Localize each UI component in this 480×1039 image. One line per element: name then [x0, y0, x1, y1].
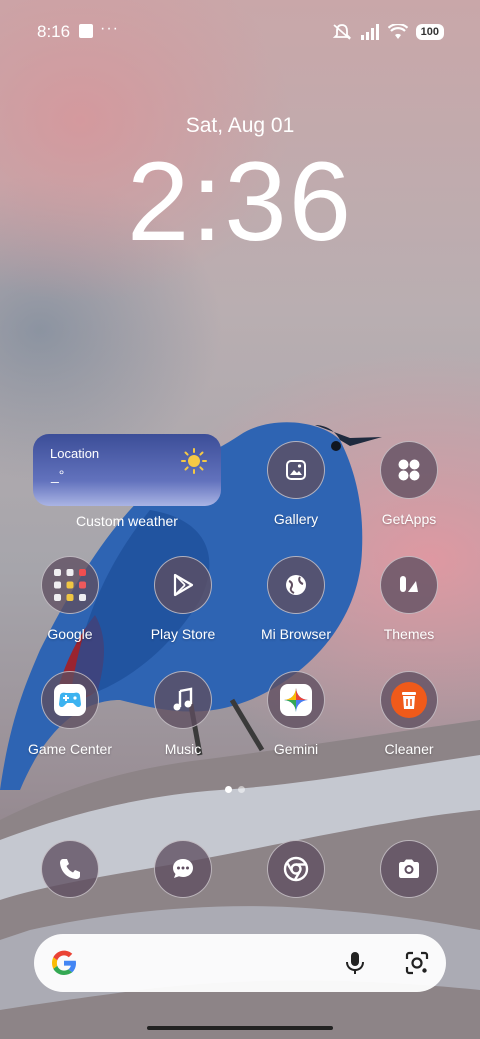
app-label: Gallery: [273, 511, 319, 527]
google-search-bar[interactable]: [34, 934, 446, 992]
notification-icon: [79, 24, 93, 38]
app-label: Mi Browser: [260, 626, 331, 642]
chrome-icon: [267, 840, 325, 898]
dock-phone[interactable]: [22, 840, 118, 898]
page-dot-active: [225, 786, 232, 793]
app-game-center[interactable]: Game Center: [22, 671, 118, 757]
app-label: Themes: [383, 626, 435, 642]
gesture-navigation-bar[interactable]: [147, 1026, 333, 1030]
dock-chrome[interactable]: [248, 840, 344, 898]
phone-icon: [41, 840, 99, 898]
music-note-icon: [154, 671, 212, 729]
cleaner-icon: [380, 671, 438, 729]
app-getapps[interactable]: GetApps: [361, 441, 457, 527]
app-play-store[interactable]: Play Store: [135, 556, 231, 642]
battery-indicator: 100: [415, 24, 444, 40]
app-themes[interactable]: Themes: [361, 556, 457, 642]
page-indicator: [225, 786, 245, 793]
weather-temperature: _°: [51, 467, 65, 483]
weather-location: Location: [50, 446, 100, 461]
lens-icon[interactable]: [404, 950, 430, 976]
app-mi-browser[interactable]: Mi Browser: [248, 556, 344, 642]
app-label: Music: [164, 741, 202, 757]
folder-label: Google: [47, 626, 93, 642]
more-notifications-icon: ···: [100, 20, 119, 37]
sun-icon: [181, 448, 207, 474]
app-gemini[interactable]: Gemini: [248, 671, 344, 757]
signal-icon: [360, 24, 379, 40]
status-time: 8:16: [37, 22, 71, 41]
page-dot: [238, 786, 245, 793]
getapps-icon: [380, 441, 438, 499]
app-gallery[interactable]: Gallery: [248, 441, 344, 527]
clock-display[interactable]: 2:36: [0, 146, 480, 258]
app-label: Gemini: [273, 741, 319, 757]
microphone-icon[interactable]: [344, 950, 366, 976]
wifi-icon: [387, 24, 408, 39]
silent-mode-icon: [332, 24, 351, 40]
themes-icon: [380, 556, 438, 614]
gallery-icon: [267, 441, 325, 499]
status-bar: 8:16 ··· 100: [0, 0, 480, 64]
app-label: Game Center: [27, 741, 113, 757]
app-label: GetApps: [381, 511, 437, 527]
app-music[interactable]: Music: [135, 671, 231, 757]
globe-icon: [267, 556, 325, 614]
dock-messages[interactable]: [135, 840, 231, 898]
app-cleaner[interactable]: Cleaner: [361, 671, 457, 757]
messages-icon: [154, 840, 212, 898]
weather-widget[interactable]: Location _°: [33, 434, 221, 506]
gemini-icon: [267, 671, 325, 729]
folder-google[interactable]: Google: [22, 556, 118, 642]
app-label: Play Store: [150, 626, 216, 642]
date-display: Sat, Aug 01: [185, 114, 295, 137]
dock-camera[interactable]: [361, 840, 457, 898]
app-label: Cleaner: [384, 741, 434, 757]
folder-icon: [41, 556, 99, 614]
play-store-icon: [154, 556, 212, 614]
camera-icon: [380, 840, 438, 898]
weather-widget-label: Custom weather: [76, 513, 178, 529]
google-logo-icon: [52, 950, 76, 975]
game-center-icon: [41, 671, 99, 729]
